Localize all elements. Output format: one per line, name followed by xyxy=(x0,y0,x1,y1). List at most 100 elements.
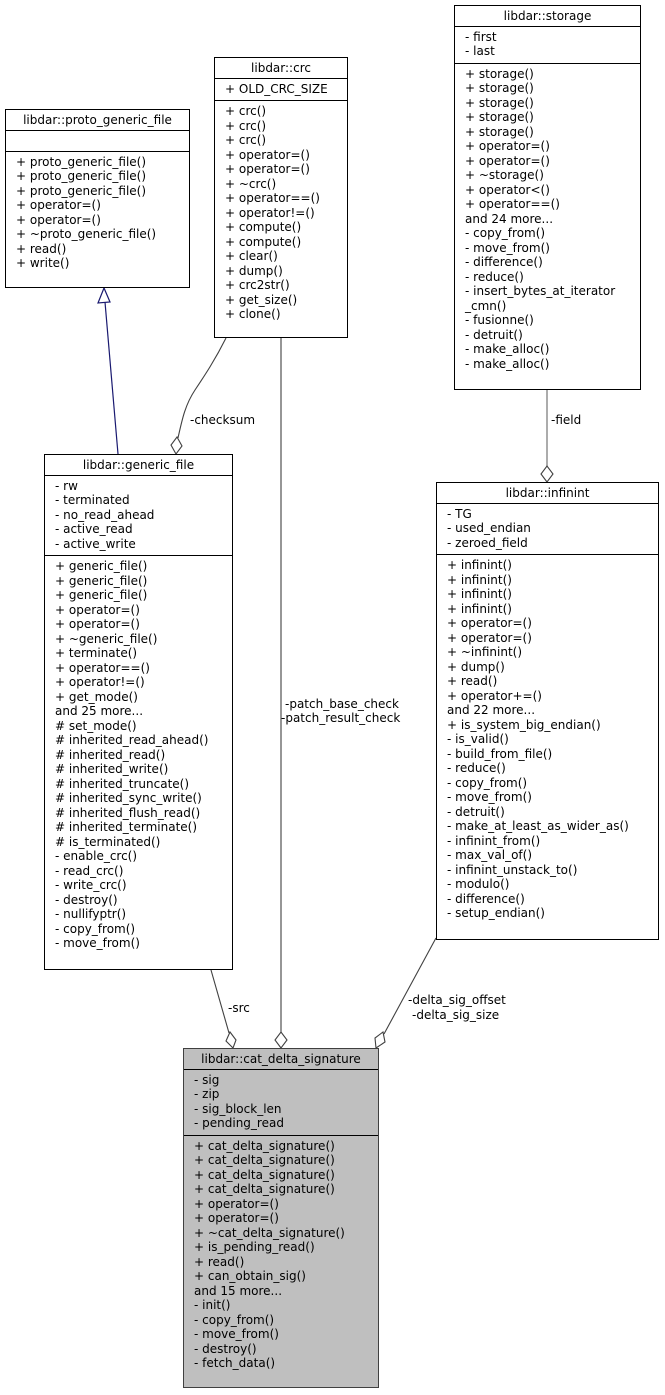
method-item[interactable]: + crc2str() xyxy=(225,278,343,293)
method-item[interactable]: _cmn() xyxy=(465,299,636,314)
attribute-item[interactable]: - active_read xyxy=(55,522,228,537)
class-storage[interactable]: libdar::storage - first - last + storage(… xyxy=(454,5,641,390)
method-item[interactable]: + storage() xyxy=(465,110,636,125)
method-item[interactable]: - destroy() xyxy=(194,1342,374,1357)
method-item[interactable]: - setup_endian() xyxy=(447,906,654,921)
method-item[interactable]: # inherited_flush_read() xyxy=(55,806,228,821)
method-item[interactable]: - read_crc() xyxy=(55,864,228,879)
method-item[interactable]: - detruit() xyxy=(465,328,636,343)
method-item[interactable]: + cat_delta_signature() xyxy=(194,1153,374,1168)
attribute-item[interactable]: - terminated xyxy=(55,493,228,508)
method-item[interactable]: - make_alloc() xyxy=(465,342,636,357)
method-item[interactable]: - modulo() xyxy=(447,877,654,892)
method-item[interactable]: + dump() xyxy=(225,264,343,279)
method-item[interactable]: and 24 more... xyxy=(465,212,636,227)
method-item[interactable]: # inherited_sync_write() xyxy=(55,791,228,806)
method-item[interactable]: # inherited_write() xyxy=(55,762,228,777)
method-item[interactable]: and 25 more... xyxy=(55,704,228,719)
method-item[interactable]: + operator=() xyxy=(465,154,636,169)
method-item[interactable]: - move_from() xyxy=(447,790,654,805)
method-item[interactable]: + read() xyxy=(16,242,185,257)
method-item[interactable]: + operator=() xyxy=(55,617,228,632)
method-item[interactable]: + dump() xyxy=(447,660,654,675)
class-cat-delta-signature[interactable]: libdar::cat_delta_signature - sig - zip- … xyxy=(183,1048,379,1388)
class-crc[interactable]: libdar::crc + OLD_CRC_SIZE + crc() + crc(… xyxy=(214,57,348,338)
method-item[interactable]: - infinint_from() xyxy=(447,834,654,849)
attribute-item[interactable]: - used_endian xyxy=(447,521,654,536)
attribute-item[interactable]: - zeroed_field xyxy=(447,536,654,551)
method-item[interactable]: + can_obtain_sig() xyxy=(194,1269,374,1284)
method-item[interactable]: + storage() xyxy=(465,96,636,111)
method-item[interactable]: + clone() xyxy=(225,307,343,322)
method-item[interactable]: - difference() xyxy=(465,255,636,270)
method-item[interactable]: + operator=() xyxy=(194,1197,374,1212)
method-item[interactable]: + ~infinint() xyxy=(447,645,654,660)
method-item[interactable]: + read() xyxy=(447,674,654,689)
class-title[interactable]: libdar::infinint xyxy=(437,483,658,504)
attribute-item[interactable]: - sig xyxy=(194,1073,374,1088)
method-item[interactable]: + operator=() xyxy=(447,616,654,631)
attribute-item[interactable]: - rw xyxy=(55,479,228,494)
method-item[interactable]: + terminate() xyxy=(55,646,228,661)
method-item[interactable]: - fetch_data() xyxy=(194,1356,374,1371)
attribute-item[interactable]: - first xyxy=(465,30,636,45)
method-item[interactable]: + cat_delta_signature() xyxy=(194,1182,374,1197)
method-item[interactable]: - move_from() xyxy=(194,1327,374,1342)
method-item[interactable]: and 15 more... xyxy=(194,1284,374,1299)
class-title[interactable]: libdar::generic_file xyxy=(45,455,232,476)
method-item[interactable]: + proto_generic_file() xyxy=(16,155,185,170)
method-item[interactable]: + generic_file() xyxy=(55,559,228,574)
attribute-item[interactable]: - zip xyxy=(194,1087,374,1102)
method-item[interactable]: + operator!=() xyxy=(55,675,228,690)
method-item[interactable]: - destroy() xyxy=(55,893,228,908)
method-item[interactable]: + operator=() xyxy=(55,603,228,618)
method-item[interactable]: + is_system_big_endian() xyxy=(447,718,654,733)
method-item[interactable]: # inherited_truncate() xyxy=(55,777,228,792)
method-item[interactable]: - copy_from() xyxy=(465,226,636,241)
method-item[interactable]: + compute() xyxy=(225,235,343,250)
method-item[interactable]: + ~storage() xyxy=(465,168,636,183)
method-item[interactable]: - write_crc() xyxy=(55,878,228,893)
method-item[interactable]: + crc() xyxy=(225,119,343,134)
method-item[interactable]: + operator<() xyxy=(465,183,636,198)
method-item[interactable]: + infinint() xyxy=(447,587,654,602)
method-item[interactable]: + storage() xyxy=(465,81,636,96)
method-item[interactable]: + operator=() xyxy=(16,198,185,213)
class-title[interactable]: libdar::crc xyxy=(215,58,347,79)
method-item[interactable]: + clear() xyxy=(225,249,343,264)
method-item[interactable]: + operator=() xyxy=(447,631,654,646)
class-generic-file[interactable]: libdar::generic_file - rw - terminated- n… xyxy=(44,454,233,970)
method-item[interactable]: - make_alloc() xyxy=(465,357,636,372)
method-item[interactable]: - reduce() xyxy=(447,761,654,776)
method-item[interactable]: - nullifyptr() xyxy=(55,907,228,922)
class-title[interactable]: libdar::cat_delta_signature xyxy=(184,1049,378,1070)
method-item[interactable]: + read() xyxy=(194,1255,374,1270)
method-item[interactable]: + get_size() xyxy=(225,293,343,308)
method-item[interactable]: - fusionne() xyxy=(465,313,636,328)
method-item[interactable]: + infinint() xyxy=(447,573,654,588)
method-item[interactable]: + operator!=() xyxy=(225,206,343,221)
method-item[interactable]: + write() xyxy=(16,256,185,271)
method-item[interactable]: + operator=() xyxy=(225,162,343,177)
method-item[interactable]: - move_from() xyxy=(465,241,636,256)
method-item[interactable]: + operator+=() xyxy=(447,689,654,704)
method-item[interactable]: - enable_crc() xyxy=(55,849,228,864)
method-item[interactable]: - is_valid() xyxy=(447,732,654,747)
method-item[interactable]: - copy_from() xyxy=(194,1313,374,1328)
method-item[interactable]: - infinint_unstack_to() xyxy=(447,863,654,878)
method-item[interactable]: + operator==() xyxy=(465,197,636,212)
attribute-item[interactable]: - TG xyxy=(447,507,654,522)
method-item[interactable]: - move_from() xyxy=(55,936,228,951)
method-item[interactable]: + proto_generic_file() xyxy=(16,169,185,184)
method-item[interactable]: and 22 more... xyxy=(447,703,654,718)
method-item[interactable]: - copy_from() xyxy=(55,922,228,937)
method-item[interactable]: + generic_file() xyxy=(55,588,228,603)
method-item[interactable]: + crc() xyxy=(225,133,343,148)
class-infinint[interactable]: libdar::infinint - TG - used_endian - zero… xyxy=(436,482,659,940)
method-item[interactable]: + cat_delta_signature() xyxy=(194,1168,374,1183)
method-item[interactable]: # inherited_read_ahead() xyxy=(55,733,228,748)
method-item[interactable]: - build_from_file() xyxy=(447,747,654,762)
method-item[interactable]: + cat_delta_signature() xyxy=(194,1139,374,1154)
method-item[interactable]: + proto_generic_file() xyxy=(16,184,185,199)
method-item[interactable]: - reduce() xyxy=(465,270,636,285)
